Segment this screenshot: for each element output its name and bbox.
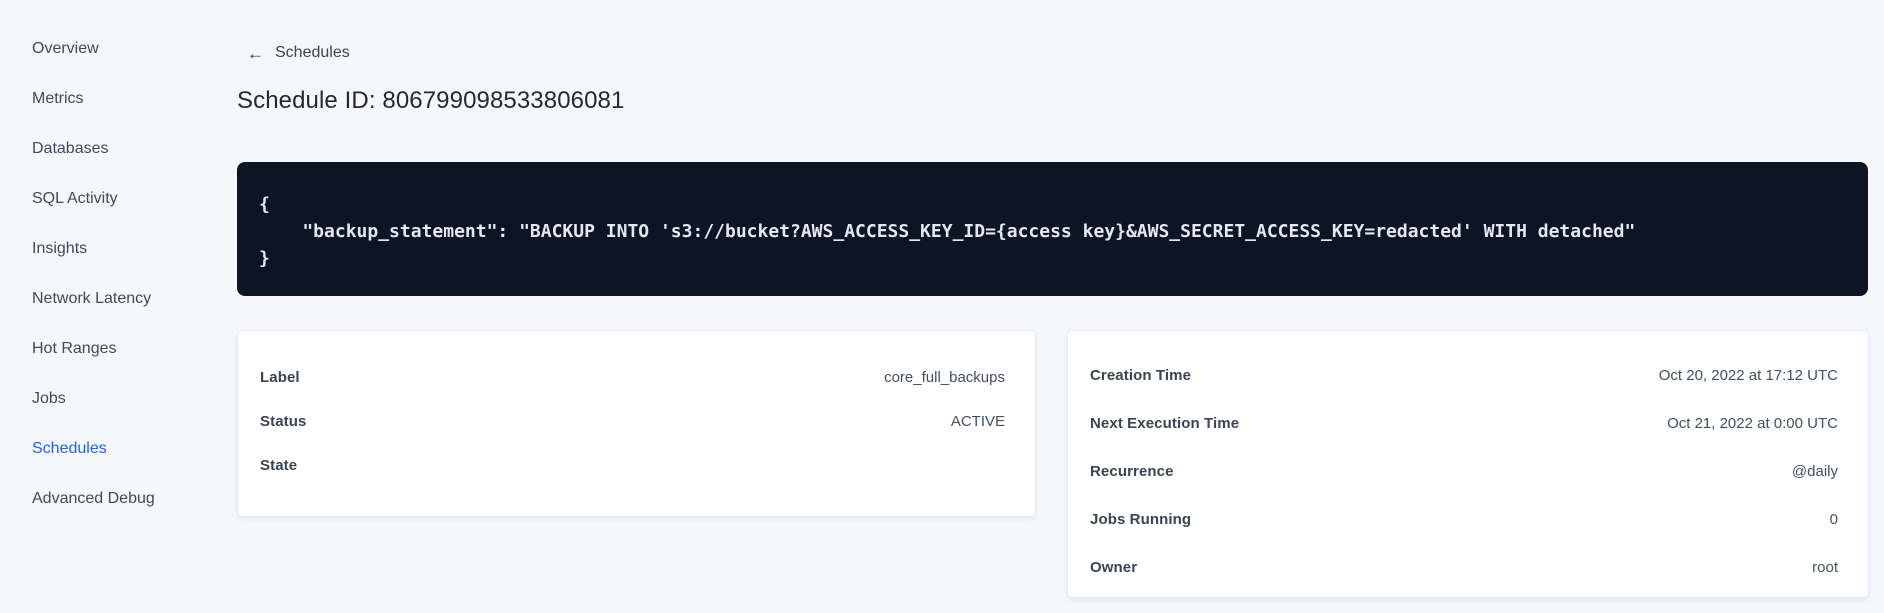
card-row-owner: Owner root [1090,543,1838,591]
back-arrow-icon: ← [247,43,264,63]
card-row-value: 0 [1829,510,1838,528]
schedule-timing-card: Creation Time Oct 20, 2022 at 17:12 UTC Ne… [1067,330,1869,598]
card-row-value: ACTIVE [950,412,1005,430]
card-row-creation-time: Creation Time Oct 20, 2022 at 17:12 UTC [1090,351,1838,399]
card-row-label: Label [260,368,300,386]
card-row-label: Owner [1090,558,1138,576]
card-row-label: Status [260,412,307,430]
back-link-label: Schedules [275,44,350,61]
card-row-value: Oct 21, 2022 at 0:00 UTC [1667,414,1838,432]
back-to-schedules-link[interactable]: ← Schedules [247,44,350,62]
card-row-value: Oct 20, 2022 at 17:12 UTC [1658,366,1838,384]
card-row-label: Recurrence [1090,462,1174,480]
schedule-info-card: Label core_full_backups Status ACTIVE State [237,330,1036,517]
card-row-state: State [260,443,1005,487]
card-row-next-execution-time: Next Execution Time Oct 21, 2022 at 0:00 … [1090,399,1838,447]
card-row-value: core_full_backups [884,368,1005,386]
card-row-status: Status ACTIVE [260,399,1005,443]
card-row-value: @daily [1791,462,1838,480]
card-row-value: root [1812,558,1838,576]
card-row-recurrence: Recurrence @daily [1090,447,1838,495]
card-row-label: Label core_full_backups [260,355,1005,399]
main-content: ← Schedules Schedule ID: 806799098533806… [0,0,1884,613]
card-row-label: State [260,456,298,474]
card-row-label: Next Execution Time [1090,414,1240,432]
detail-cards: Label core_full_backups Status ACTIVE State … [237,330,1869,598]
card-row-label: Jobs Running [1090,510,1192,528]
card-row-jobs-running: Jobs Running 0 [1090,495,1838,543]
schedule-statement-code-block: { "backup_statement": "BACKUP INTO 's3:/… [237,162,1868,296]
page-title: Schedule ID: 806799098533806081 [237,87,625,114]
card-row-label: Creation Time [1090,366,1192,384]
schedule-details-page: Overview Metrics Databases SQL Activity Insi… [0,0,1884,613]
